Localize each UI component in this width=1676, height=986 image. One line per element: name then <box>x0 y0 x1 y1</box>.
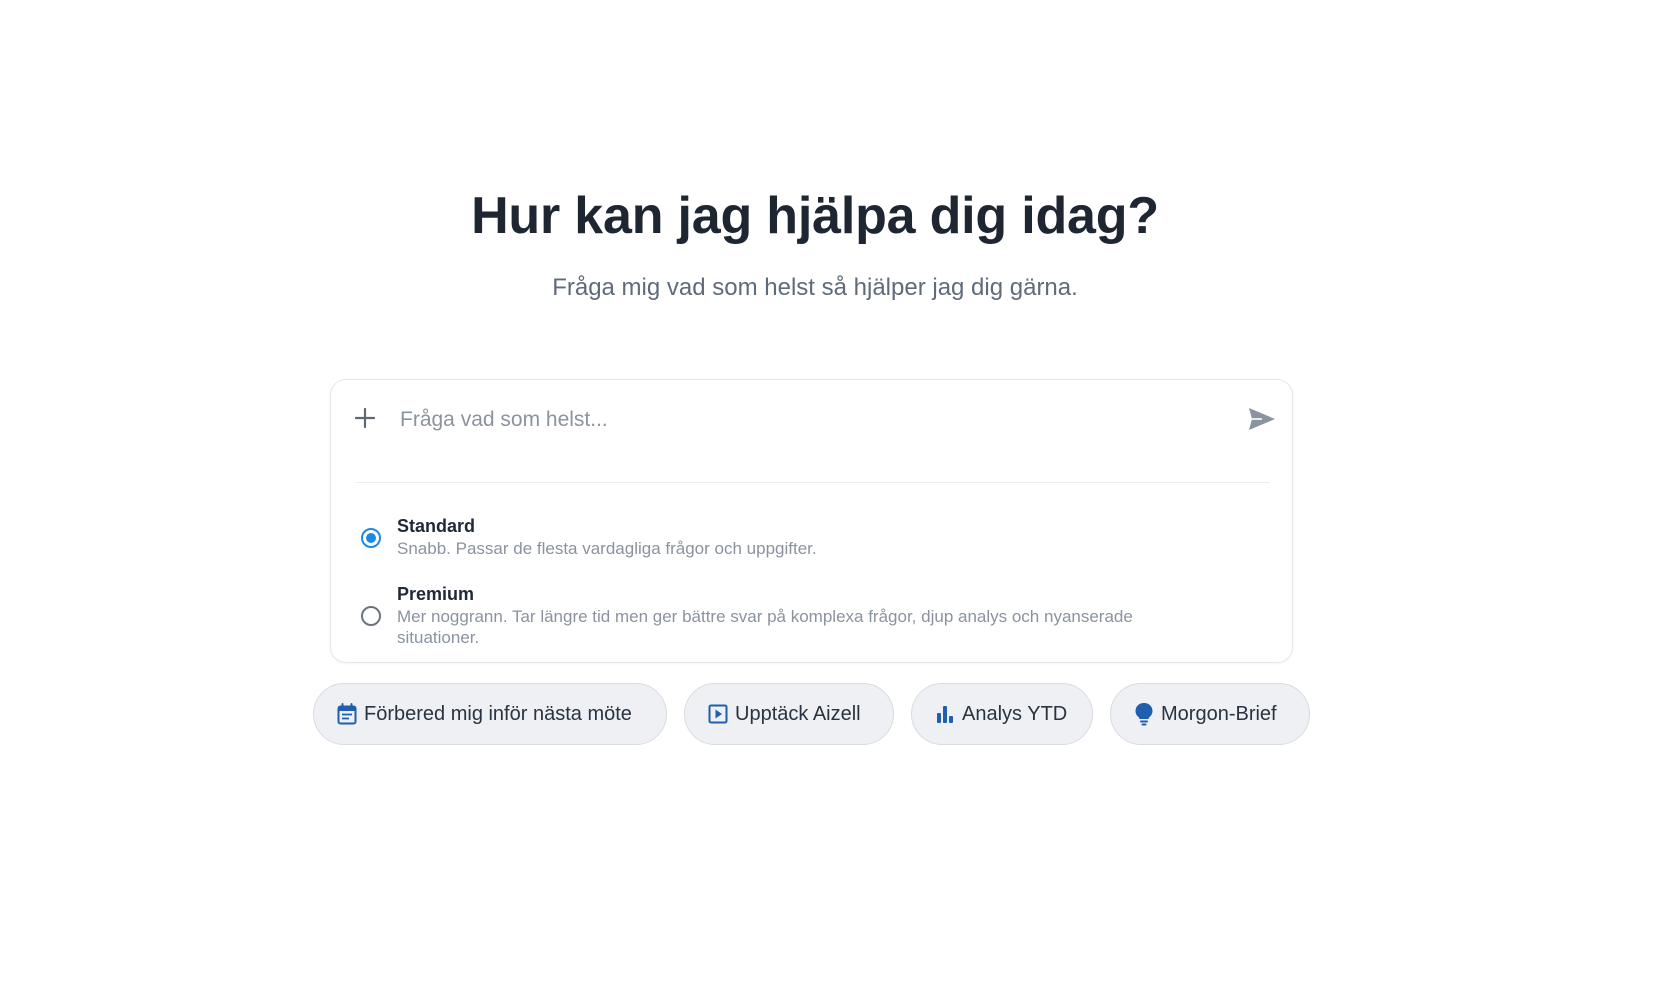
suggestion-label: Förbered mig inför nästa möte <box>364 702 632 725</box>
mode-description: Snabb. Passar de flesta vardagliga frågo… <box>397 539 817 558</box>
page-subtitle: Fråga mig vad som helst så hjälper jag d… <box>552 274 1078 301</box>
suggestion-analysis-ytd[interactable]: Analys YTD <box>911 683 1093 745</box>
send-icon <box>1248 407 1276 436</box>
mode-name: Premium <box>397 584 475 604</box>
play-icon <box>707 703 729 725</box>
prompt-input[interactable] <box>400 402 1200 438</box>
plus-icon <box>354 407 376 434</box>
lightbulb-icon <box>1133 703 1155 726</box>
suggestion-label: Analys YTD <box>962 702 1068 725</box>
suggestion-prepare-meeting[interactable]: Förbered mig inför nästa möte <box>313 683 667 745</box>
mode-name: Standard <box>397 516 476 536</box>
composer-divider <box>355 482 1270 483</box>
page-title: Hur kan jag hjälpa dig idag? <box>471 187 1159 245</box>
suggestion-label: Upptäck Aizell <box>735 702 861 725</box>
add-attachment-button[interactable] <box>351 406 379 434</box>
suggestion-label: Morgon-Brief <box>1161 702 1277 725</box>
calendar-icon <box>336 703 358 725</box>
suggestion-morning-brief[interactable]: Morgon-Brief <box>1110 683 1310 745</box>
send-button[interactable] <box>1246 406 1278 436</box>
bar-chart-icon <box>934 703 956 725</box>
premium-radio[interactable] <box>361 606 381 626</box>
suggestion-discover-aizell[interactable]: Upptäck Aizell <box>684 683 894 745</box>
chat-composer: Standard Snabb. Passar de flesta vardagl… <box>330 379 1293 663</box>
standard-radio[interactable] <box>361 528 381 548</box>
suggestion-chips: Förbered mig inför nästa möte Upptäck Ai… <box>0 683 1676 745</box>
mode-description: Mer noggrann. Tar längre tid men ger bät… <box>397 607 1133 647</box>
